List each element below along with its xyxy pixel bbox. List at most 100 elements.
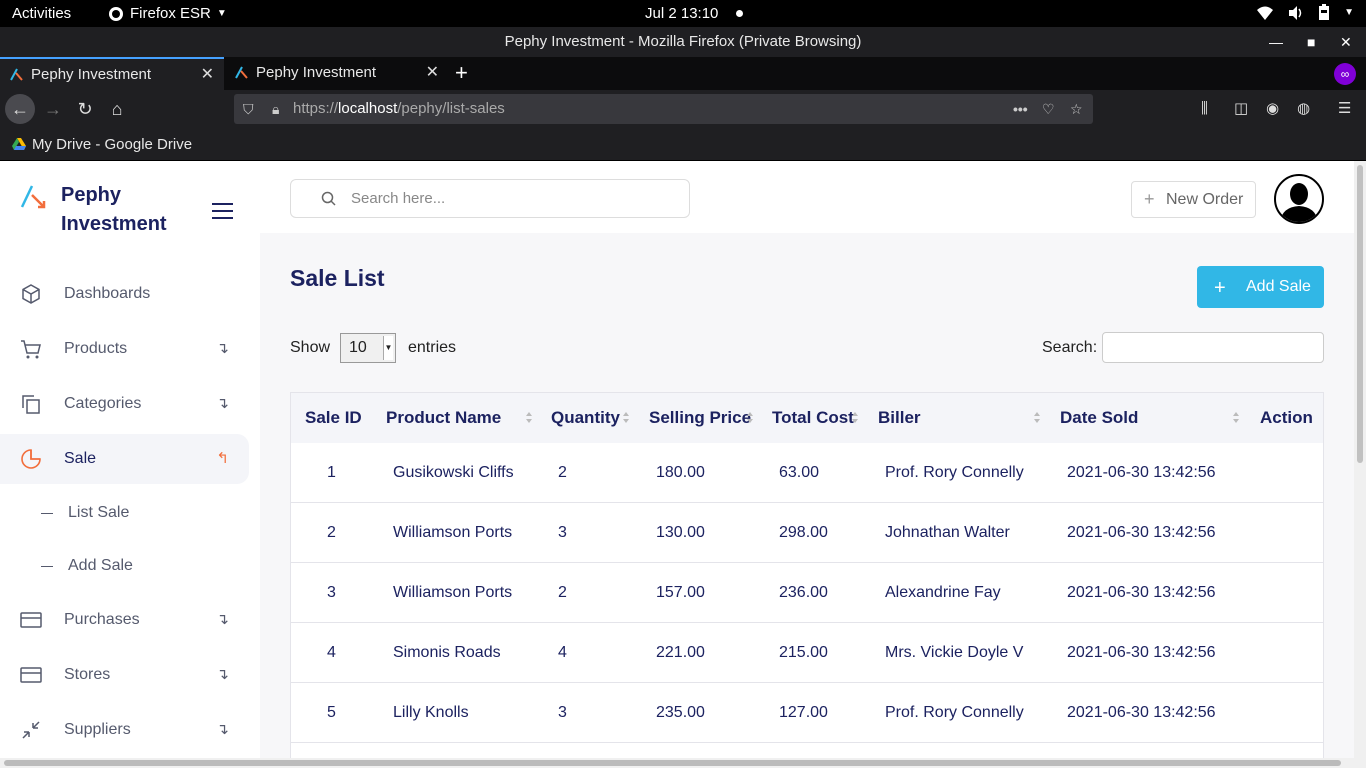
- submenu-list-sale[interactable]: List Sale: [0, 493, 249, 533]
- sidebar-item-label: Dashboards: [64, 285, 151, 302]
- forward-icon[interactable]: →: [38, 94, 68, 124]
- clock[interactable]: Jul 2 13:10: [645, 5, 718, 22]
- column-quantity[interactable]: Quantity: [551, 393, 620, 443]
- new-order-label: New Order: [1166, 191, 1244, 208]
- pephy-favicon-icon: [235, 66, 248, 79]
- cell-total-cost: 298.00: [779, 524, 828, 541]
- activities-button[interactable]: Activities: [12, 5, 71, 22]
- entries-label: entries: [408, 339, 457, 356]
- bookmark-my-drive[interactable]: My Drive - Google Drive: [32, 136, 192, 153]
- sidebar-item-stores[interactable]: Stores ↴: [0, 650, 249, 700]
- sidebar-item-products[interactable]: Products ↴: [0, 324, 249, 374]
- new-order-button[interactable]: + New Order: [1131, 181, 1256, 218]
- table-row: 3 Williamson Ports 2 157.00 236.00 Alexa…: [291, 563, 1323, 623]
- table-row: 2 Williamson Ports 3 130.00 298.00 Johna…: [291, 503, 1323, 563]
- scrollbar-thumb[interactable]: [1357, 165, 1363, 463]
- column-biller[interactable]: Biller: [878, 393, 921, 443]
- horizontal-scrollbar[interactable]: [0, 758, 1366, 768]
- app-sidebar: Pephy Investment Dashboards Products ↴ C…: [0, 161, 260, 768]
- system-tray[interactable]: ▼: [1256, 4, 1354, 21]
- column-date-sold[interactable]: Date Sold: [1060, 393, 1138, 443]
- globe-icon[interactable]: ◍: [1297, 90, 1310, 128]
- sidebar-item-suppliers[interactable]: Suppliers ↴: [0, 705, 249, 755]
- sales-table: Sale ID Product Name Quantity Selling Pr…: [290, 392, 1324, 768]
- cell-biller: Alexandrine Fay: [885, 584, 1001, 601]
- library-icon[interactable]: ⫼: [1201, 90, 1208, 128]
- back-icon[interactable]: ←: [5, 94, 35, 124]
- sidebar-item-sale[interactable]: Sale ↰: [0, 434, 249, 484]
- url-prefix: https://: [293, 100, 339, 117]
- column-label: Product Name: [386, 408, 502, 427]
- table-header: Sale ID Product Name Quantity Selling Pr…: [291, 393, 1323, 443]
- add-sale-button[interactable]: + Add Sale: [1197, 266, 1324, 308]
- minimize-icon[interactable]: —: [1269, 27, 1283, 57]
- tab-bar: Pephy Investment ✕ Pephy Investment ✕ + …: [0, 57, 1366, 90]
- app-menu[interactable]: Firefox ESR ▼: [108, 5, 227, 22]
- volume-icon: [1289, 5, 1302, 20]
- tab-pephy-investment-2[interactable]: Pephy Investment ✕: [225, 57, 449, 90]
- tab-label: Pephy Investment: [31, 66, 152, 83]
- search-placeholder: Search here...: [351, 190, 446, 207]
- close-tab-icon[interactable]: ✕: [201, 59, 214, 91]
- vertical-scrollbar[interactable]: [1354, 161, 1366, 758]
- google-drive-icon: [12, 138, 26, 150]
- dropdown-arrow-icon: ▼: [383, 336, 393, 360]
- tab-pephy-investment-1[interactable]: Pephy Investment ✕: [0, 57, 224, 90]
- table-search-input[interactable]: [1102, 332, 1324, 363]
- new-tab-icon[interactable]: +: [455, 60, 468, 86]
- bookmark-star-icon[interactable]: ☆: [1070, 94, 1083, 124]
- scrollbar-thumb[interactable]: [4, 760, 1341, 766]
- sidebar-item-label: Purchases: [64, 611, 140, 628]
- sidebar-item-purchases[interactable]: Purchases ↴: [0, 595, 249, 645]
- column-label: Biller: [878, 408, 921, 427]
- cell-date-sold: 2021-06-30 13:42:56: [1067, 524, 1216, 541]
- global-search-input[interactable]: Search here...: [290, 179, 690, 218]
- lock-icon[interactable]: 🔒︎: [272, 94, 279, 124]
- show-label: Show: [290, 339, 331, 356]
- bookmarks-toolbar: My Drive - Google Drive: [0, 128, 1366, 161]
- column-label: Sale ID: [305, 408, 362, 427]
- pephy-favicon-icon: [10, 68, 23, 81]
- url-bar[interactable]: ⛉ 🔒︎ https://localhost/pephy/list-sales …: [234, 94, 1093, 124]
- sidebar-toggle-button[interactable]: [212, 203, 233, 219]
- more-actions-icon[interactable]: •••: [1013, 94, 1028, 124]
- submenu-add-sale[interactable]: Add Sale: [0, 546, 249, 586]
- tracking-shield-icon[interactable]: ⛉: [243, 94, 254, 124]
- table-row: 4 Simonis Roads 4 221.00 215.00 Mrs. Vic…: [291, 623, 1323, 683]
- account-icon[interactable]: ◉: [1266, 90, 1279, 128]
- maximize-icon[interactable]: ■: [1307, 27, 1315, 57]
- avatar[interactable]: [1274, 174, 1324, 224]
- pie-chart-icon: [21, 449, 41, 469]
- pocket-icon[interactable]: ♡: [1042, 94, 1055, 124]
- brand-line-1: Pephy: [61, 184, 122, 206]
- firefox-icon: [109, 6, 123, 21]
- page-title: Sale List: [290, 265, 385, 291]
- sidebar-item-categories[interactable]: Categories ↴: [0, 379, 249, 429]
- window-title: Pephy Investment - Mozilla Firefox (Priv…: [504, 33, 862, 50]
- app-menu-label: Firefox ESR: [130, 5, 211, 22]
- column-total-cost[interactable]: Total Cost: [772, 393, 854, 443]
- home-icon[interactable]: ⌂: [102, 94, 132, 124]
- column-sale-id[interactable]: Sale ID: [305, 393, 362, 443]
- cell-selling-price: 235.00: [656, 704, 705, 721]
- close-icon[interactable]: ✕: [1340, 27, 1352, 57]
- app-menu-icon[interactable]: ☰: [1338, 90, 1351, 128]
- sort-icon: [1233, 412, 1240, 424]
- column-product-name[interactable]: Product Name: [386, 393, 501, 443]
- web-page: Pephy Investment Dashboards Products ↴ C…: [0, 161, 1366, 768]
- brand-name[interactable]: Pephy Investment: [61, 181, 167, 239]
- cell-sale-id: 4: [327, 644, 336, 661]
- column-selling-price[interactable]: Selling Price: [649, 393, 751, 443]
- sidebar-item-dashboards[interactable]: Dashboards: [0, 269, 249, 319]
- expand-arrow-icon: ↴: [216, 611, 229, 628]
- table-row: 5 Lilly Knolls 3 235.00 127.00 Prof. Ror…: [291, 683, 1323, 743]
- expand-arrow-icon: ↴: [216, 340, 229, 357]
- cell-product-name: Lilly Knolls: [393, 704, 469, 721]
- collapse-arrow-icon: ↰: [216, 450, 229, 467]
- close-tab-icon[interactable]: ✕: [426, 57, 439, 89]
- reload-icon[interactable]: ↻: [70, 94, 100, 124]
- cell-biller: Prof. Rory Connelly: [885, 704, 1024, 721]
- cell-date-sold: 2021-06-30 13:42:56: [1067, 644, 1216, 661]
- sidebar-toggle-icon[interactable]: ◫: [1234, 90, 1248, 128]
- entries-select[interactable]: 10 ▼: [340, 333, 396, 363]
